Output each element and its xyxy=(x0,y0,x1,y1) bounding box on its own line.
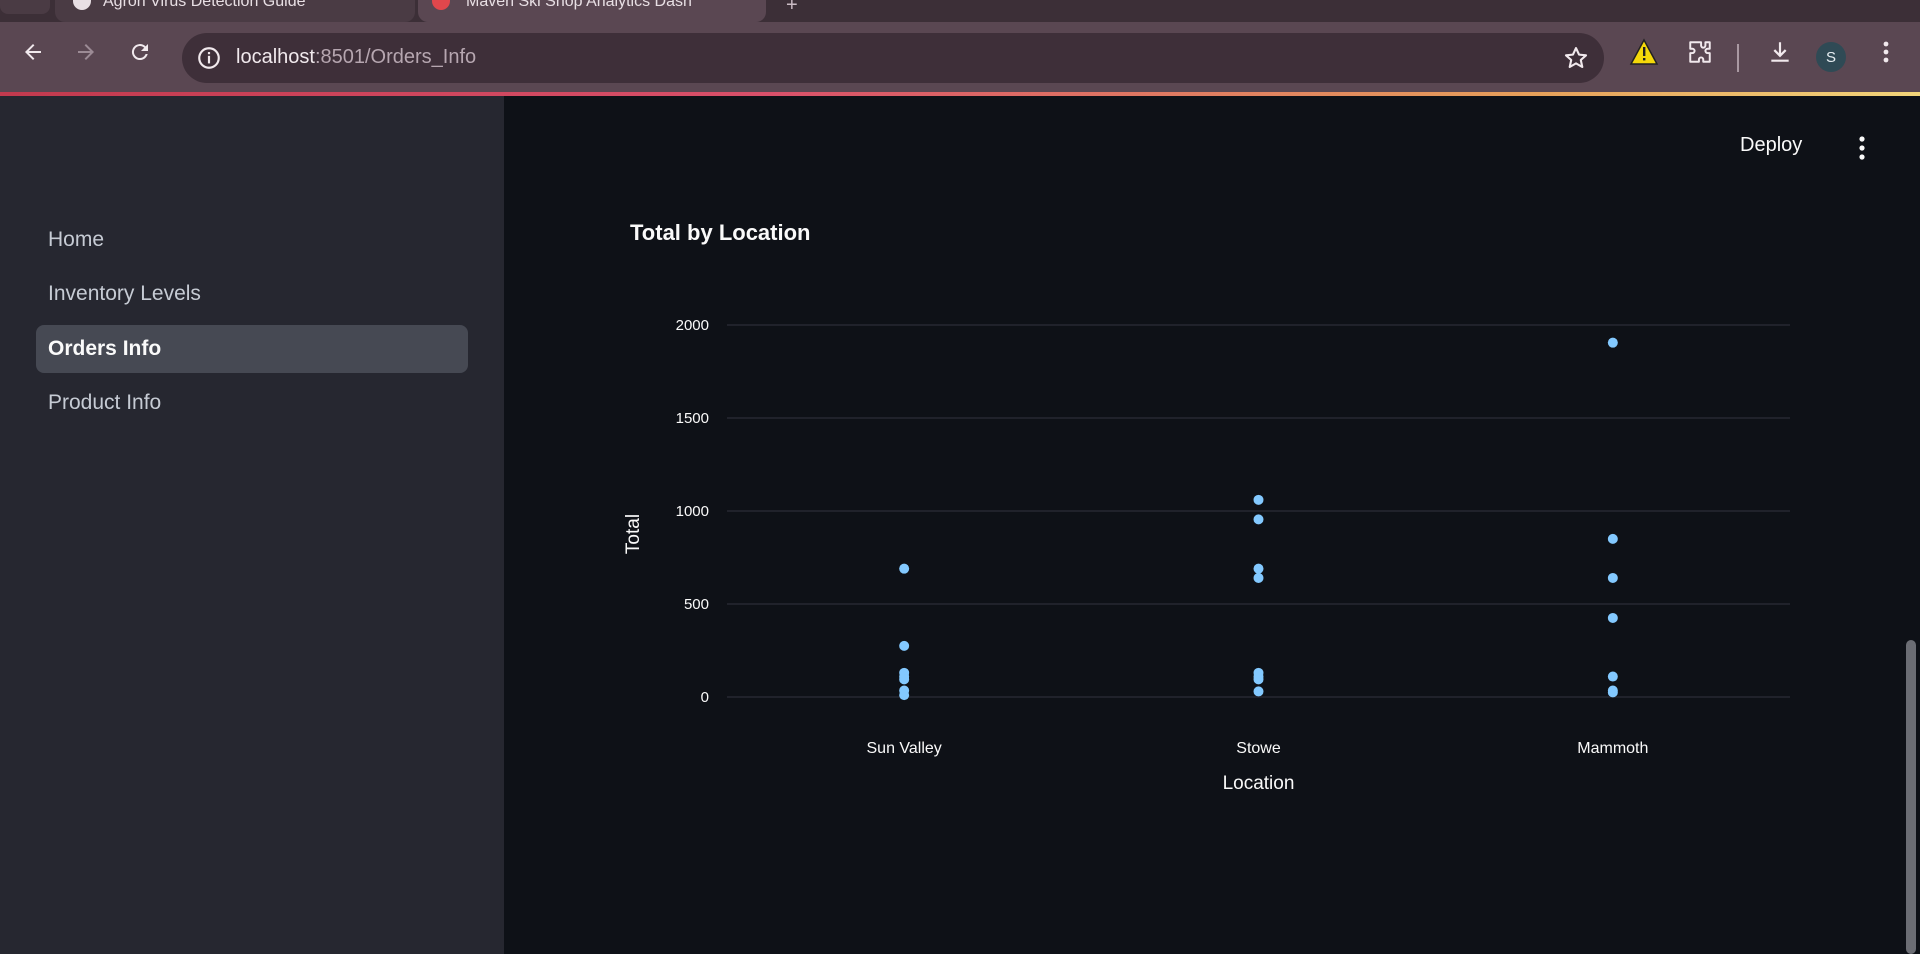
browser-tab[interactable]: Agron Virus Detection Guide xyxy=(55,0,415,22)
sidebar-item-inventory-levels[interactable]: Inventory Levels xyxy=(36,270,468,318)
scatter-point xyxy=(899,674,910,685)
main-menu-icon[interactable] xyxy=(1852,134,1872,162)
page-scrollbar[interactable] xyxy=(1906,640,1916,954)
x-tick-label: Sun Valley xyxy=(867,740,942,757)
new-tab-icon[interactable]: + xyxy=(786,0,798,17)
scatter-point xyxy=(1253,686,1264,697)
chart-title: Total by Location xyxy=(630,220,811,245)
scatter-point xyxy=(1253,514,1264,525)
browser-menu-icon[interactable] xyxy=(1870,36,1902,68)
downloads-icon[interactable] xyxy=(1764,36,1796,68)
x-axis-label: Location xyxy=(1223,773,1295,794)
y-tick-label: 2000 xyxy=(676,317,709,334)
scatter-point xyxy=(1253,494,1264,505)
reload-button[interactable] xyxy=(122,34,158,70)
scatter-point xyxy=(1253,674,1264,685)
scatter-point xyxy=(899,690,910,701)
url-text[interactable]: localhost:8501/Orders_Info xyxy=(236,46,476,69)
y-tick-label: 0 xyxy=(701,689,709,706)
x-tick-label: Mammoth xyxy=(1577,740,1648,757)
tab-search-button[interactable] xyxy=(0,0,50,14)
sidebar-item-product-info[interactable]: Product Info xyxy=(36,379,468,427)
tab-title: Maven Ski Shop Analytics Dash xyxy=(466,0,692,10)
scatter-point xyxy=(1607,687,1618,698)
scatter-point xyxy=(1253,572,1264,583)
tab-strip: Agron Virus Detection Guide Maven Ski Sh… xyxy=(0,0,1920,22)
address-bar[interactable]: localhost:8501/Orders_Info xyxy=(182,33,1604,83)
y-axis-label: Total xyxy=(623,514,644,554)
extensions-puzzle-icon[interactable] xyxy=(1684,36,1716,68)
url-path: :8501/Orders_Info xyxy=(314,46,477,68)
browser-tab-active[interactable]: Maven Ski Shop Analytics Dash xyxy=(418,0,766,22)
y-tick-label: 1000 xyxy=(676,503,709,520)
scatter-point xyxy=(1607,572,1618,583)
arrow-right-icon xyxy=(78,44,94,60)
sidebar-item-label: Orders Info xyxy=(48,337,162,360)
bookmark-star-icon[interactable] xyxy=(1562,44,1590,72)
y-tick-label: 1500 xyxy=(676,410,709,427)
profile-avatar[interactable]: S xyxy=(1816,42,1846,72)
tab-title: Agron Virus Detection Guide xyxy=(103,0,306,10)
scatter-point xyxy=(899,563,910,574)
arrow-left-icon xyxy=(25,44,41,60)
scatter-point xyxy=(1253,563,1264,574)
scatter-point xyxy=(1607,612,1618,623)
sidebar-item-label: Inventory Levels xyxy=(48,282,201,305)
back-button[interactable] xyxy=(15,34,51,70)
scatter-point xyxy=(1607,533,1618,544)
tab-favicon-icon xyxy=(73,0,91,10)
toolbar-divider xyxy=(1737,44,1739,72)
browser-toolbar: localhost:8501/Orders_Info S xyxy=(0,22,1920,93)
scatter-point xyxy=(1607,671,1618,682)
deploy-button[interactable]: Deploy xyxy=(1740,134,1802,157)
streamlit-favicon-icon xyxy=(432,0,450,10)
site-info-icon[interactable] xyxy=(196,45,222,71)
reload-icon xyxy=(131,44,148,61)
sidebar-item-label: Home xyxy=(48,228,105,251)
y-tick-label: 500 xyxy=(684,596,709,613)
scatter-point xyxy=(1607,337,1618,348)
sidebar-item-label: Product Info xyxy=(48,391,162,414)
forward-button[interactable] xyxy=(68,34,104,70)
scatter-chart: 0 500 1000 1500 2000 Sun Valley Stowe Mammoth Lo… xyxy=(623,317,1790,794)
sidebar-item-home[interactable]: Home xyxy=(36,216,468,264)
warning-extension-icon[interactable] xyxy=(1628,36,1660,68)
url-host: localhost xyxy=(236,46,315,68)
sidebar: Home Inventory Levels Orders Info Produc… xyxy=(0,96,504,954)
scatter-point xyxy=(899,640,910,651)
x-tick-label: Stowe xyxy=(1236,740,1281,757)
sidebar-item-orders-info[interactable]: Orders Info xyxy=(36,325,468,373)
